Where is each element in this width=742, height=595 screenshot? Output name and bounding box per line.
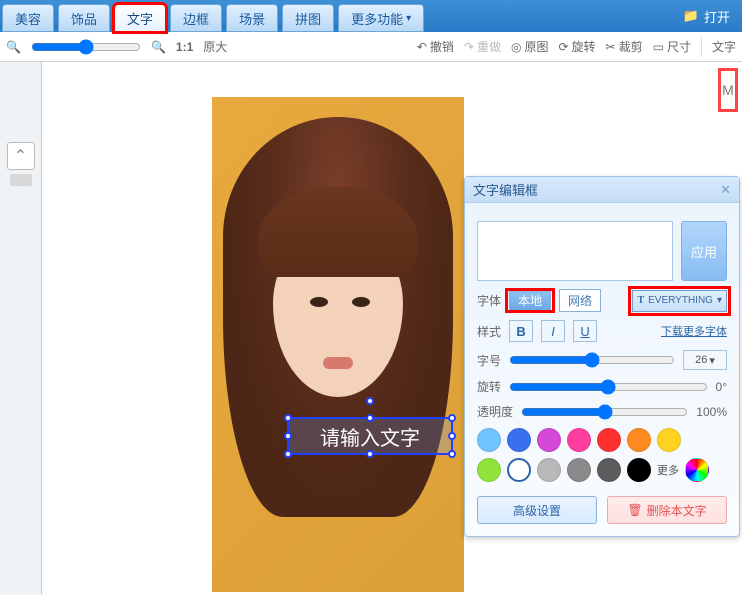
original-button[interactable]: ◎原图 [511, 38, 549, 55]
color-swatch[interactable] [597, 428, 621, 452]
style-label: 样式 [477, 323, 501, 340]
color-swatch[interactable] [627, 458, 651, 482]
tab-scene[interactable]: 场景 [226, 4, 278, 32]
top-tabs-bar: 美容 饰品 文字 边框 场景 拼图 更多功能▾ 📁 打开 [0, 0, 742, 32]
tab-accessory[interactable]: 饰品 [58, 4, 110, 32]
color-swatch[interactable] [477, 428, 501, 452]
rotate-value: 0° [716, 380, 727, 394]
handle-br[interactable] [448, 450, 456, 458]
panel-thumb[interactable] [10, 174, 32, 186]
color-swatch[interactable] [627, 428, 651, 452]
underline-button[interactable]: U [573, 320, 597, 342]
rotate-slider[interactable] [509, 379, 708, 395]
opacity-value: 100% [696, 405, 727, 419]
chevron-down-icon: ▾ [406, 13, 411, 24]
right-tab-text[interactable]: 文字 [712, 38, 736, 55]
color-swatches-2: 更多 [477, 458, 727, 482]
color-swatch[interactable] [567, 458, 591, 482]
handle-rotate[interactable] [366, 397, 374, 405]
handle-mr[interactable] [448, 432, 456, 440]
zoom-slider[interactable] [31, 39, 141, 55]
font-label: 字体 [477, 292, 501, 309]
color-swatch[interactable] [507, 428, 531, 452]
handle-tm[interactable] [366, 414, 374, 422]
text-input[interactable] [477, 221, 673, 281]
zoom-11[interactable]: 1:1 [176, 40, 193, 54]
text-icon: T [637, 295, 644, 306]
tab-collage[interactable]: 拼图 [282, 4, 334, 32]
left-panel: ⌃ [0, 62, 42, 595]
undo-button[interactable]: ↶撤销 [417, 38, 454, 55]
close-icon[interactable]: ✕ [720, 182, 731, 198]
advanced-button[interactable]: 高级设置 [477, 496, 597, 524]
bold-button[interactable]: B [509, 320, 533, 342]
panel-title: 文字编辑框 [473, 180, 538, 199]
font-name: EVERYTHING [648, 295, 713, 306]
handle-ml[interactable] [284, 432, 292, 440]
photo[interactable] [212, 97, 464, 592]
color-swatches [477, 428, 727, 452]
color-swatch[interactable] [567, 428, 591, 452]
seg-network[interactable]: 网络 [559, 289, 601, 312]
open-button[interactable]: 📁 打开 [671, 0, 742, 32]
text-edit-panel: 文字编辑框 ✕ 应用 字体 本地 网络 T EVERYTHING ▾ 样式 B … [464, 176, 740, 537]
color-swatch[interactable] [597, 458, 621, 482]
folder-icon: 📁 [683, 8, 699, 24]
seg-local[interactable]: 本地 [509, 291, 551, 311]
rotate-button[interactable]: ⟳旋转 [558, 38, 595, 55]
tab-beauty[interactable]: 美容 [2, 4, 54, 32]
trash-icon: 🗑 [627, 503, 642, 517]
tab-border[interactable]: 边框 [170, 4, 222, 32]
size-label: 字号 [477, 352, 501, 369]
m-thumbnail[interactable]: M [718, 68, 738, 112]
size-value[interactable]: 26▾ [683, 350, 727, 370]
right-sidebar: M [718, 62, 742, 162]
handle-bm[interactable] [366, 450, 374, 458]
color-swatch[interactable] [537, 458, 561, 482]
handle-tr[interactable] [448, 414, 456, 422]
open-label: 打开 [704, 7, 730, 26]
redo-button[interactable]: ↷重做 [464, 38, 501, 55]
zoom-in-icon[interactable]: 🔍 [151, 40, 166, 54]
italic-button[interactable]: I [541, 320, 565, 342]
color-swatch[interactable] [657, 428, 681, 452]
font-dropdown[interactable]: T EVERYTHING ▾ [632, 290, 727, 312]
panel-header[interactable]: 文字编辑框 ✕ [465, 177, 739, 203]
apply-button[interactable]: 应用 [681, 221, 727, 281]
text-selection-box[interactable]: 请输入文字 [287, 417, 453, 455]
opacity-label: 透明度 [477, 403, 513, 420]
color-picker-icon[interactable] [685, 458, 709, 482]
color-swatch[interactable] [477, 458, 501, 482]
color-swatch[interactable] [537, 428, 561, 452]
size-button[interactable]: ▭尺寸 [653, 38, 691, 55]
toolbar: 🔍 🔍 1:1 原大 ↶撤销 ↷重做 ◎原图 ⟳旋转 ✂裁剪 ▭尺寸 文字 [0, 32, 742, 62]
chevron-down-icon: ▾ [717, 295, 722, 306]
handle-tl[interactable] [284, 414, 292, 422]
zoom-original[interactable]: 原大 [203, 38, 227, 55]
crop-button[interactable]: ✂裁剪 [606, 38, 643, 55]
handle-bl[interactable] [284, 450, 292, 458]
rotate-label: 旋转 [477, 378, 501, 395]
zoom-out-icon[interactable]: 🔍 [6, 40, 21, 54]
tab-more[interactable]: 更多功能▾ [338, 4, 424, 32]
tab-text[interactable]: 文字 [114, 4, 166, 32]
more-colors[interactable]: 更多 [657, 458, 679, 482]
size-slider[interactable] [509, 352, 675, 368]
text-placeholder: 请输入文字 [320, 422, 420, 451]
font-source-wrap: 本地 [509, 292, 551, 309]
opacity-slider[interactable] [521, 404, 688, 420]
color-swatch[interactable] [507, 458, 531, 482]
more-fonts-link[interactable]: 下载更多字体 [661, 323, 727, 339]
panel-collapse-icon[interactable]: ⌃ [7, 142, 35, 170]
delete-text-button[interactable]: 🗑 删除本文字 [607, 496, 727, 524]
